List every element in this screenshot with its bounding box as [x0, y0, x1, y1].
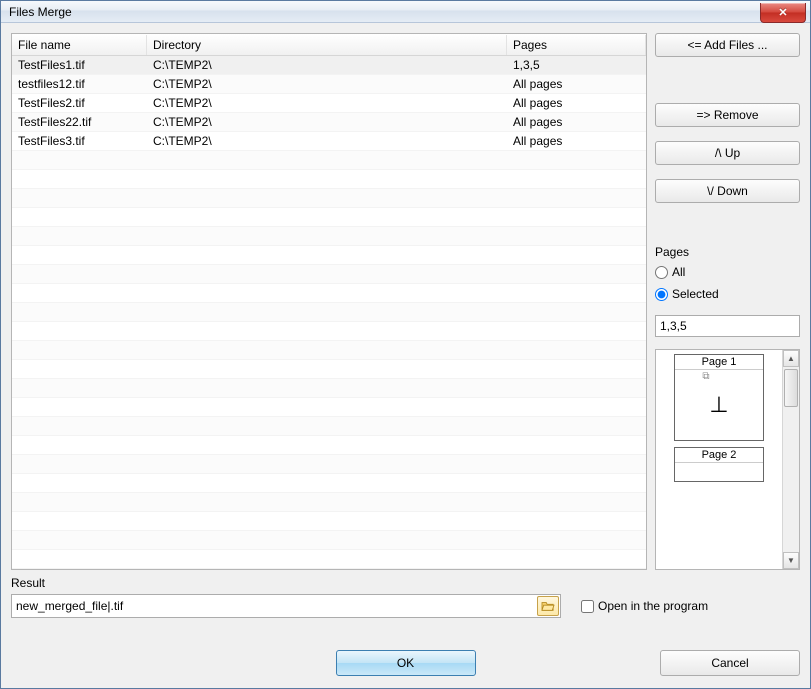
scroll-track[interactable] [783, 367, 799, 552]
thumb-glyph: ⊥ [709, 392, 728, 418]
image-icon: ⧉ [702, 371, 709, 382]
file-list-header: File name Directory Pages [12, 34, 646, 56]
thumb-body [675, 463, 763, 481]
scroll-down-button[interactable]: ▼ [783, 552, 799, 569]
table-row-empty [12, 455, 646, 474]
client-area: File name Directory Pages TestFiles1.tif… [1, 23, 810, 688]
thumb-label: Page 1 [675, 355, 763, 370]
table-row[interactable]: TestFiles22.tifC:\TEMP2\All pages [12, 113, 646, 132]
cell-dir: C:\TEMP2\ [147, 56, 507, 75]
col-header-name[interactable]: File name [12, 35, 147, 55]
window-title: Files Merge [9, 5, 72, 19]
table-row-empty [12, 512, 646, 531]
col-header-pages[interactable]: Pages [507, 35, 646, 55]
cell-name: TestFiles22.tif [12, 112, 147, 132]
pages-all-radio[interactable] [655, 266, 668, 279]
table-row-empty [12, 208, 646, 227]
result-input[interactable] [11, 594, 561, 618]
cell-name: TestFiles3.tif [12, 131, 147, 151]
table-row-empty [12, 417, 646, 436]
result-section: Result Open in the program [11, 576, 800, 618]
browse-button[interactable] [537, 596, 559, 616]
scroll-up-button[interactable]: ▲ [783, 350, 799, 367]
cell-pages: All pages [507, 131, 646, 151]
page-preview: Page 1⧉⊥ Page 2 ▲ ▼ [655, 349, 800, 570]
open-in-program-label: Open in the program [598, 599, 708, 613]
table-row-empty [12, 227, 646, 246]
ok-button[interactable]: OK [336, 650, 476, 676]
table-row-empty [12, 151, 646, 170]
pages-label: Pages [655, 245, 800, 259]
cell-pages: All pages [507, 112, 646, 132]
upper-area: File name Directory Pages TestFiles1.tif… [11, 33, 800, 570]
table-row[interactable]: TestFiles1.tifC:\TEMP2\1,3,5 [12, 56, 646, 75]
result-label: Result [11, 576, 800, 590]
title-bar: Files Merge ✕ [1, 1, 810, 23]
table-row[interactable]: TestFiles3.tifC:\TEMP2\All pages [12, 132, 646, 151]
down-button[interactable]: \/ Down [655, 179, 800, 203]
cell-pages: All pages [507, 74, 646, 94]
preview-scroll: Page 1⧉⊥ Page 2 [656, 350, 782, 569]
thumb-label: Page 2 [675, 448, 763, 463]
table-row-empty [12, 303, 646, 322]
cell-name: testfiles12.tif [12, 74, 147, 94]
cell-name: TestFiles2.tif [12, 93, 147, 113]
table-row-empty [12, 436, 646, 455]
pages-selected-option[interactable]: Selected [655, 287, 800, 301]
add-files-button[interactable]: <= Add Files ... [655, 33, 800, 57]
cell-name: TestFiles1.tif [12, 56, 147, 75]
pages-input[interactable] [655, 315, 800, 337]
dialog-buttons: OK Cancel [11, 650, 800, 676]
page-thumbnail[interactable]: Page 2 [674, 447, 764, 482]
table-row-empty [12, 170, 646, 189]
pages-all-option[interactable]: All [655, 265, 800, 279]
cell-pages: 1,3,5 [507, 56, 646, 75]
table-row[interactable]: TestFiles2.tifC:\TEMP2\All pages [12, 94, 646, 113]
pages-group: Pages All Selected [655, 245, 800, 337]
cell-dir: C:\TEMP2\ [147, 112, 507, 132]
remove-button[interactable]: => Remove [655, 103, 800, 127]
cell-dir: C:\TEMP2\ [147, 93, 507, 113]
table-row-empty [12, 474, 646, 493]
table-row-empty [12, 531, 646, 550]
close-button[interactable]: ✕ [760, 3, 806, 23]
table-row-empty [12, 550, 646, 569]
result-input-wrap [11, 594, 561, 618]
preview-scrollbar[interactable]: ▲ ▼ [782, 350, 799, 569]
close-icon: ✕ [778, 6, 787, 19]
cancel-button[interactable]: Cancel [660, 650, 800, 676]
thumb-body: ⧉⊥ [675, 370, 763, 440]
open-in-program-checkbox[interactable] [581, 600, 594, 613]
table-row-empty [12, 265, 646, 284]
pages-all-label: All [672, 265, 685, 279]
table-row-empty [12, 398, 646, 417]
page-thumbnail[interactable]: Page 1⧉⊥ [674, 354, 764, 441]
up-button[interactable]: /\ Up [655, 141, 800, 165]
table-row-empty [12, 189, 646, 208]
table-row-empty [12, 322, 646, 341]
table-row-empty [12, 246, 646, 265]
col-header-dir[interactable]: Directory [147, 35, 507, 55]
cell-dir: C:\TEMP2\ [147, 131, 507, 151]
pages-selected-radio[interactable] [655, 288, 668, 301]
table-row-empty [12, 493, 646, 512]
pages-selected-label: Selected [672, 287, 719, 301]
table-row-empty [12, 360, 646, 379]
table-row-empty [12, 284, 646, 303]
table-row-empty [12, 341, 646, 360]
file-list-body: TestFiles1.tifC:\TEMP2\1,3,5testfiles12.… [12, 56, 646, 569]
table-row-empty [12, 379, 646, 398]
side-panel: <= Add Files ... => Remove /\ Up \/ Down… [655, 33, 800, 570]
table-row[interactable]: testfiles12.tifC:\TEMP2\All pages [12, 75, 646, 94]
folder-open-icon [541, 600, 555, 612]
scroll-thumb[interactable] [784, 369, 798, 407]
cell-dir: C:\TEMP2\ [147, 74, 507, 94]
open-in-program-option[interactable]: Open in the program [581, 599, 708, 613]
file-list[interactable]: File name Directory Pages TestFiles1.tif… [11, 33, 647, 570]
cell-pages: All pages [507, 93, 646, 113]
